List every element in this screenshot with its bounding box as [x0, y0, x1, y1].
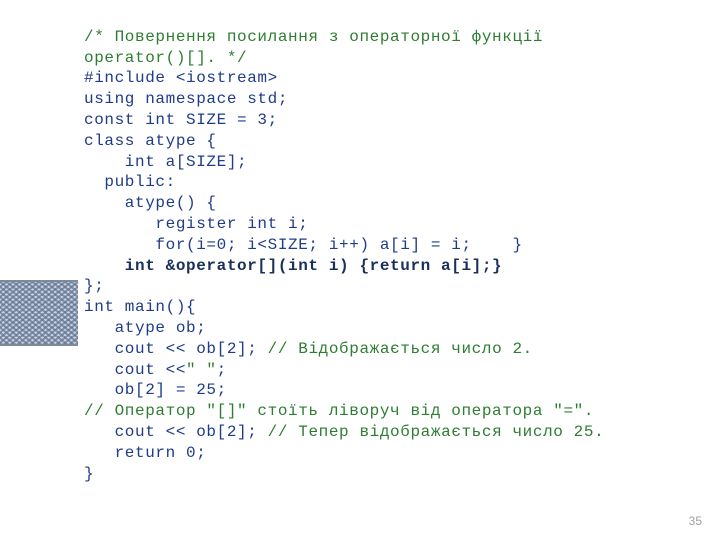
code-line: class atype { [84, 132, 217, 150]
code-line: cout << ob[2]; [84, 340, 268, 358]
code-comment: // Відображається число 2. [268, 340, 533, 358]
code-line: atype() { [84, 194, 217, 212]
page-number: 35 [689, 514, 702, 530]
code-line: using namespace std; [84, 90, 288, 108]
code-line: #include <iostream> [84, 69, 278, 87]
code-line: register int i; [84, 215, 308, 233]
code-line: /* Повернення посилання з операторної фу… [84, 28, 543, 46]
code-line: ; [217, 361, 227, 379]
code-line: cout << ob[2]; [84, 423, 268, 441]
slide: /* Повернення посилання з операторної фу… [0, 0, 720, 540]
code-line: public: [84, 173, 176, 191]
code-line: atype ob; [84, 319, 206, 337]
code-string: " " [186, 361, 217, 379]
code-line: operator()[]. */ [84, 49, 247, 67]
code-line: } [84, 465, 94, 483]
code-line: cout << [84, 361, 186, 379]
code-line: int &operator[](int i) {return a[i];} [84, 257, 502, 275]
code-block: /* Повернення посилання з операторної фу… [84, 6, 700, 484]
code-line: int a[SIZE]; [84, 153, 247, 171]
code-line: int main(){ [84, 298, 196, 316]
code-line: // Оператор "[]" стоїть ліворуч від опер… [84, 402, 594, 420]
code-comment: // Тепер відображається число 25. [268, 423, 605, 441]
code-line: return 0; [84, 444, 206, 462]
side-decoration [0, 280, 78, 346]
code-line: for(i=0; i<SIZE; i++) a[i] = i; } [84, 236, 523, 254]
code-line: ob[2] = 25; [84, 381, 227, 399]
code-line: const int SIZE = 3; [84, 111, 278, 129]
code-line: }; [84, 277, 104, 295]
